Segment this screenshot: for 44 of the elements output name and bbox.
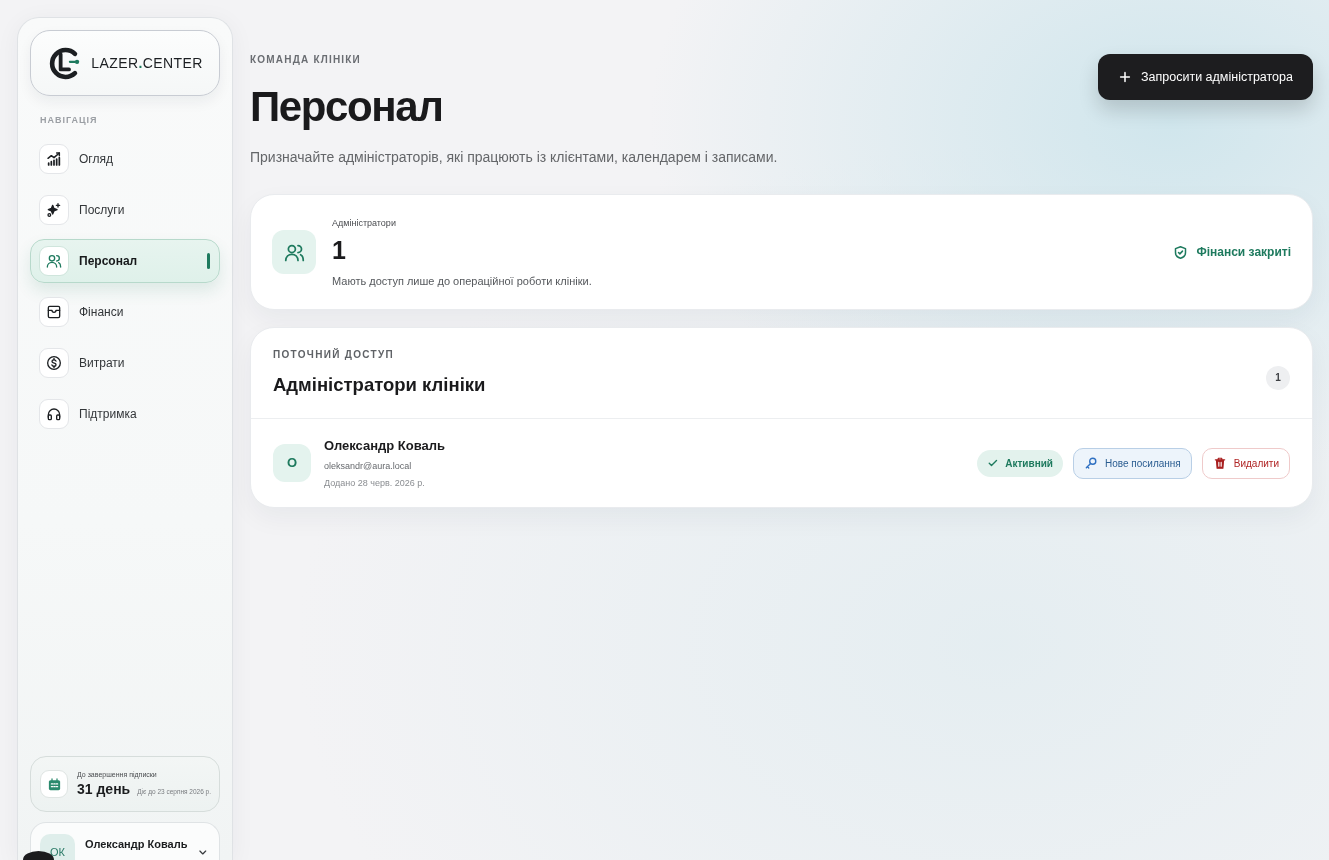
admin-count: 1 (1266, 365, 1290, 390)
invite-button[interactable]: Запросити адміністратора (1098, 54, 1313, 100)
admin-name: Олександр Коваль (324, 437, 446, 454)
trash-icon (1212, 456, 1227, 470)
nav-item[interactable]: Послуги (30, 188, 220, 232)
new-link-button[interactable]: Нове посилання (1073, 447, 1192, 479)
logo-card[interactable]: LAZER.CENTER (30, 30, 220, 96)
archive-box-icon (39, 297, 69, 327)
users-icon (272, 230, 316, 274)
sparkles-icon (39, 195, 69, 225)
headphones-icon (39, 399, 69, 429)
stat-note: Мають доступ лише до операційної роботи клініки. (332, 273, 592, 288)
bar-chart-icon (39, 144, 69, 174)
nav-item[interactable]: Фінанси (30, 290, 220, 334)
key-icon (1084, 456, 1098, 470)
nav-item[interactable]: Витрати (30, 341, 220, 385)
days-left: 31 день (77, 781, 131, 798)
avatar: ОК (40, 834, 75, 860)
active-indicator (207, 253, 210, 269)
section-eyebrow: ПОТОЧНИЙ ДОСТУП (273, 349, 395, 361)
plus-icon (1118, 70, 1133, 84)
delete-button[interactable]: Видалити (1201, 447, 1290, 479)
shield-check-icon (1173, 244, 1189, 260)
nav-item[interactable]: Огляд (30, 137, 220, 181)
dollar-coin-icon (39, 348, 69, 378)
brand-name: LAZER.CENTER (91, 55, 203, 71)
section-title: Адміністратори клініки (273, 374, 486, 396)
admin-email: oleksandr@aura.local (324, 459, 413, 472)
nav-item[interactable]: Підтримка (30, 392, 220, 436)
status-label: Активний (1005, 457, 1053, 469)
stat-value: 1 (332, 235, 347, 264)
nav-item[interactable]: Персонал (30, 239, 220, 283)
user-menu[interactable]: ОК Олександр Коваль (30, 822, 220, 860)
nav-heading: НАВІГАЦІЯ (39, 114, 99, 126)
avatar: О (273, 444, 311, 482)
stat-label: Адміністратори (332, 216, 397, 229)
calendar-icon (40, 770, 68, 798)
users-icon (39, 246, 69, 276)
finance-status-text: Фінанси закриті (1196, 245, 1291, 259)
page-title: Персонал (250, 83, 444, 131)
admin-added-date: Додано 28 черв. 2026 р. (324, 476, 426, 489)
check-icon (987, 457, 1000, 469)
page-subtitle: Призначайте адміністраторів, які працюють із клієнтами, календарем і записами. (250, 148, 778, 166)
page-eyebrow: КОМАНДА КЛІНІКИ (250, 54, 362, 66)
